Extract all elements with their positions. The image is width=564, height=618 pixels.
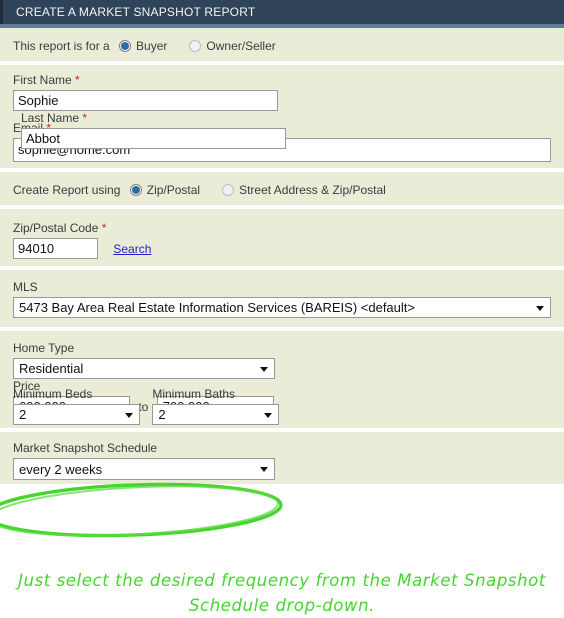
report-for-radio-group: This report is for a Buyer Owner/Seller [13, 36, 551, 55]
min-baths-select[interactable]: 2 [152, 404, 280, 425]
radio-buyer[interactable] [119, 39, 132, 52]
radio-buyer-label[interactable]: Buyer [136, 39, 167, 53]
mls-select-value: 5473 Bay Area Real Estate Information Se… [19, 300, 415, 315]
required-marker: * [82, 111, 88, 125]
chevron-down-icon [536, 306, 544, 311]
first-name-field-group: First Name * [13, 73, 280, 111]
section-create-using: Create Report using Zip/Postal Street Add… [0, 172, 564, 205]
annotation-text: Just select the desired frequency from t… [0, 568, 564, 618]
annotation-line-1: Just select the desired frequency from t… [18, 571, 546, 590]
required-marker: * [75, 73, 80, 87]
section-schedule: Market Snapshot Schedule every 2 weeks [0, 432, 564, 484]
last-name-field-group: Last Name * [21, 111, 288, 149]
min-baths-label: Minimum Baths [152, 387, 236, 401]
page-title: CREATE A MARKET SNAPSHOT REPORT [16, 5, 256, 19]
home-type-label: Home Type [13, 341, 75, 355]
radio-owner-seller-label[interactable]: Owner/Seller [206, 39, 275, 53]
min-baths-field-group: Minimum Baths 2 [152, 387, 288, 425]
min-beds-field-group: Minimum Beds 2 [13, 387, 149, 425]
schedule-select[interactable]: every 2 weeks [13, 458, 275, 480]
home-type-select-value: Residential [19, 361, 84, 376]
radio-zip-postal-label[interactable]: Zip/Postal [147, 183, 200, 197]
radio-street-address[interactable] [222, 183, 235, 196]
section-mls: MLS 5473 Bay Area Real Estate Informatio… [0, 270, 564, 327]
first-name-label: First Name * [13, 73, 80, 87]
first-name-input[interactable] [13, 90, 278, 111]
min-baths-select-value: 2 [158, 407, 166, 422]
zip-code-input[interactable] [13, 238, 98, 259]
section-zip: Zip/Postal Code * Search [0, 209, 564, 266]
mls-label: MLS [13, 280, 38, 294]
annotation-line-2: Schedule drop-down. [188, 596, 375, 615]
last-name-label: Last Name * [21, 111, 88, 125]
create-using-lead-label: Create Report using [13, 182, 121, 197]
chevron-down-icon [125, 413, 133, 418]
min-beds-select-value: 2 [19, 407, 27, 422]
radio-zip-postal[interactable] [129, 183, 142, 196]
section-contact: First Name * Last Name * Email * [0, 65, 564, 168]
section-report-for: This report is for a Buyer Owner/Seller [0, 28, 564, 61]
mls-select[interactable]: 5473 Bay Area Real Estate Information Se… [13, 297, 551, 318]
home-type-select[interactable]: Residential [13, 358, 275, 379]
chevron-down-icon [260, 467, 268, 472]
chevron-down-icon [264, 413, 273, 418]
window-title-bar: CREATE A MARKET SNAPSHOT REPORT [0, 0, 564, 24]
section-criteria: Home Type Residential Price 600,000 to [0, 331, 564, 428]
zip-code-label: Zip/Postal Code * [13, 221, 107, 235]
radio-owner-seller[interactable] [189, 39, 202, 52]
report-for-lead-label: This report is for a [13, 38, 110, 53]
create-using-radio-group: Create Report using Zip/Postal Street Add… [13, 180, 551, 199]
min-beds-select[interactable]: 2 [13, 404, 140, 425]
last-name-input[interactable] [21, 128, 286, 149]
radio-street-address-label[interactable]: Street Address & Zip/Postal [239, 183, 386, 197]
home-type-field-group: Home Type Residential [13, 341, 285, 379]
schedule-select-value: every 2 weeks [19, 462, 103, 477]
chevron-down-icon [260, 367, 268, 372]
required-marker: * [101, 221, 107, 235]
schedule-label: Market Snapshot Schedule [13, 441, 158, 455]
form-body: This report is for a Buyer Owner/Seller F… [0, 28, 564, 615]
search-link[interactable]: Search [113, 242, 151, 256]
min-beds-label: Minimum Beds [13, 387, 93, 401]
annotation-ellipse-highlight [0, 482, 283, 538]
